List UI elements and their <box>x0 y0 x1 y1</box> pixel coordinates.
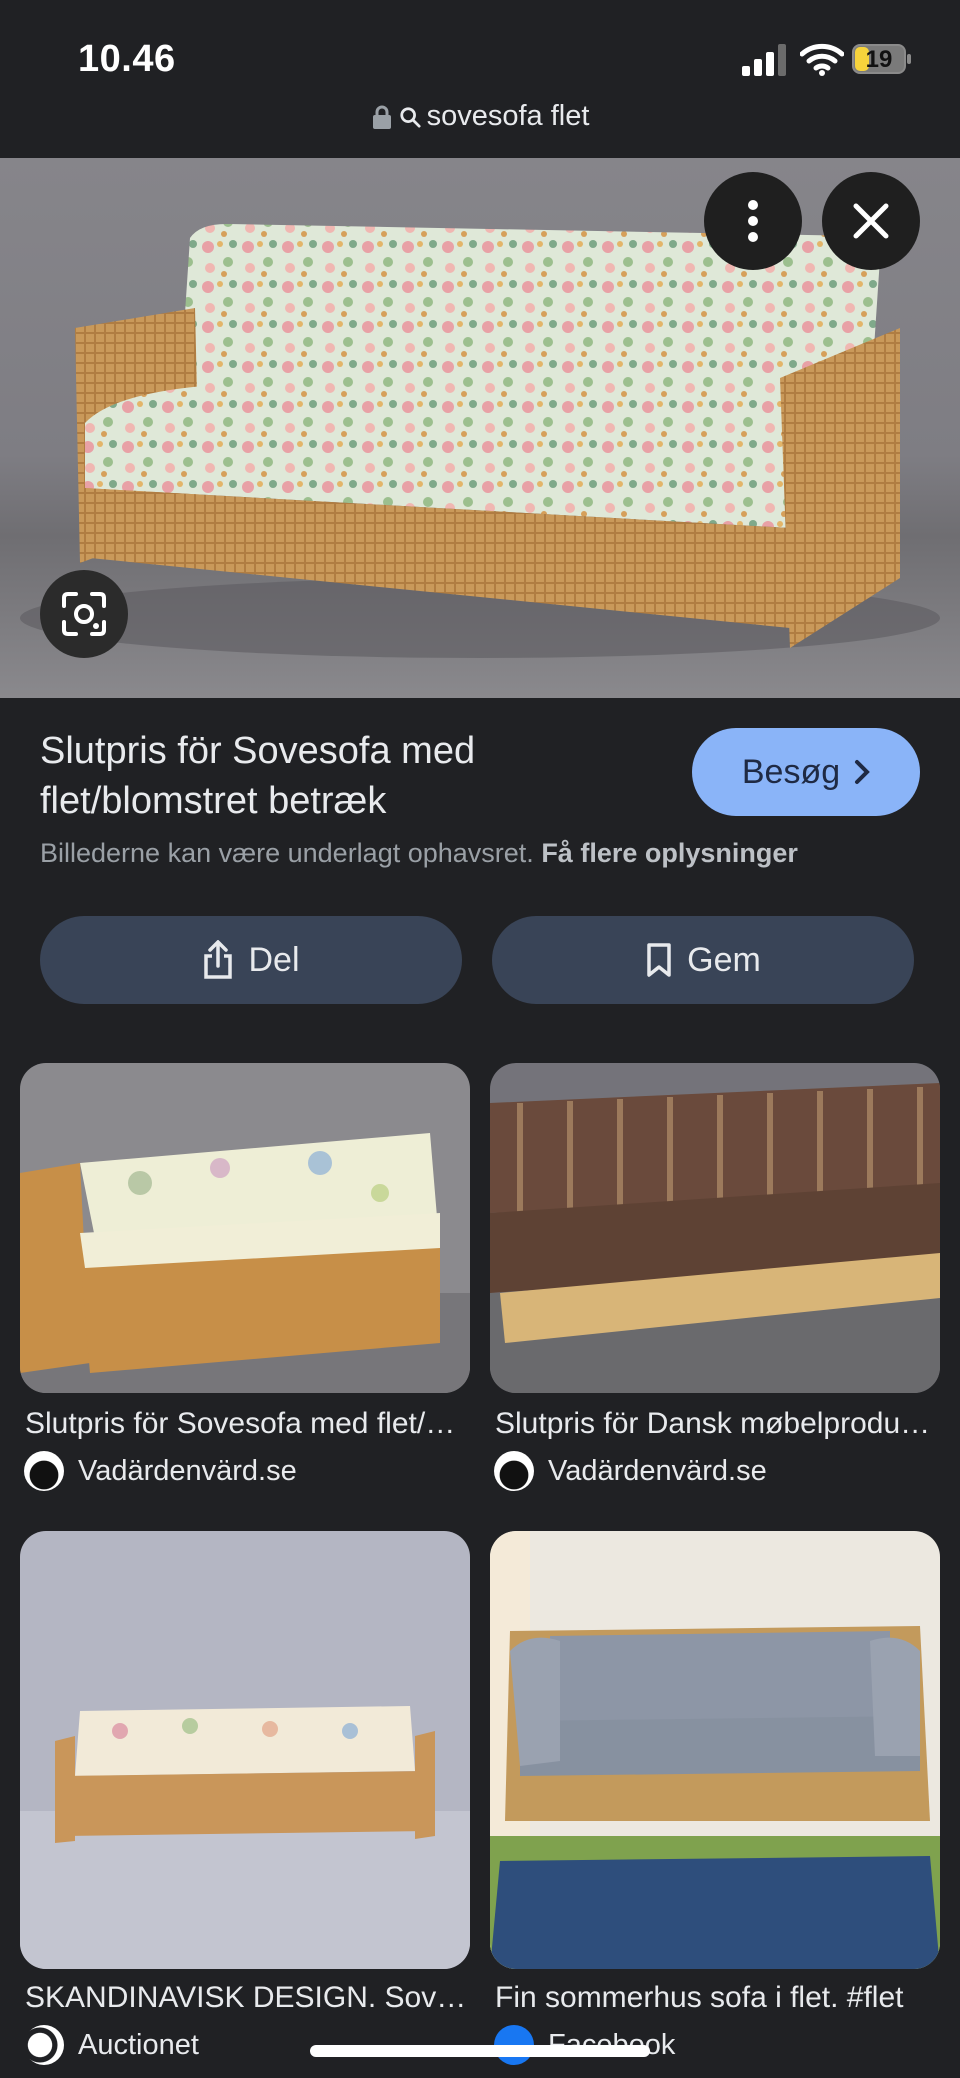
main-image[interactable] <box>0 158 960 698</box>
visit-label: Besøg <box>741 752 841 791</box>
bookmark-icon <box>647 943 671 977</box>
sofa-thumbnail <box>490 1531 940 1969</box>
battery-level: 19 <box>865 46 893 73</box>
chevron-right-icon <box>855 760 870 784</box>
share-label: Del <box>248 940 300 979</box>
cellular-signal-icon <box>742 44 786 76</box>
source-name: Auctionet <box>78 2028 199 2061</box>
result-source[interactable]: Vadärdenvärd.se <box>20 1451 470 1491</box>
status-bar: 10.46 19 sovesofa flet <box>0 0 960 132</box>
more-options-button[interactable] <box>704 172 802 270</box>
result-title[interactable]: Slutpris för Dansk møbelproduktion <box>490 1407 940 1441</box>
battery-icon: 19 <box>852 44 912 74</box>
vadardenvard-favicon-icon <box>24 1451 64 1491</box>
result-thumbnail[interactable] <box>490 1063 940 1393</box>
save-label: Gem <box>687 940 761 979</box>
copyright-text: Billederne kan være underlagt ophavsret. <box>40 838 534 868</box>
image-title: Slutpris för Sovesofa med flet/blomstret… <box>40 730 476 822</box>
vadardenvard-favicon-icon <box>494 1451 534 1491</box>
lens-search-button[interactable] <box>40 570 128 658</box>
address-text: sovesofa flet <box>426 100 590 132</box>
home-indicator[interactable] <box>310 2045 650 2057</box>
result-thumbnail[interactable] <box>20 1531 470 1969</box>
more-info-link[interactable]: Få flere oplysninger <box>541 838 798 868</box>
share-icon <box>204 940 233 979</box>
result-thumbnail[interactable] <box>490 1531 940 1969</box>
sofa-thumbnail <box>20 1063 470 1393</box>
close-icon <box>853 203 889 239</box>
visit-button[interactable]: Besøg <box>692 728 920 816</box>
search-icon <box>399 106 421 128</box>
result-title[interactable]: Fin sommerhus sofa i flet. #flet <box>490 1981 940 2015</box>
result-card[interactable]: SKANDINAVISK DESIGN. Sovesofa Auctionet <box>20 1531 470 2065</box>
result-title[interactable]: SKANDINAVISK DESIGN. Sovesofa <box>20 1981 470 2015</box>
auctionet-favicon-icon <box>24 2025 64 2065</box>
sofa-image <box>20 223 940 658</box>
lens-icon <box>62 592 106 636</box>
result-title[interactable]: Slutpris för Sovesofa med flet/blomstret… <box>20 1407 470 1441</box>
result-thumbnail[interactable] <box>20 1063 470 1393</box>
share-button[interactable]: Del <box>40 916 462 1004</box>
copyright-notice: Billederne kan være underlagt ophavsret.… <box>40 838 798 869</box>
address-bar[interactable]: sovesofa flet <box>0 100 960 158</box>
source-name: Vadärdenvärd.se <box>78 1454 297 1487</box>
source-name: Vadärdenvärd.se <box>548 1454 767 1487</box>
status-time: 10.46 <box>78 38 176 80</box>
sofa-thumbnail <box>490 1063 940 1393</box>
sofa-thumbnail <box>20 1531 470 1969</box>
result-card[interactable]: Fin sommerhus sofa i flet. #flet Faceboo… <box>490 1531 940 2065</box>
more-vert-icon <box>748 200 758 242</box>
result-card[interactable]: Slutpris för Sovesofa med flet/blomstret… <box>20 1063 470 1491</box>
result-card[interactable]: Slutpris för Dansk møbelproduktion Vadär… <box>490 1063 940 1491</box>
lock-icon <box>372 105 391 129</box>
close-button[interactable] <box>822 172 920 270</box>
result-source[interactable]: Vadärdenvärd.se <box>490 1451 940 1491</box>
wifi-icon <box>800 43 844 76</box>
save-button[interactable]: Gem <box>492 916 914 1004</box>
